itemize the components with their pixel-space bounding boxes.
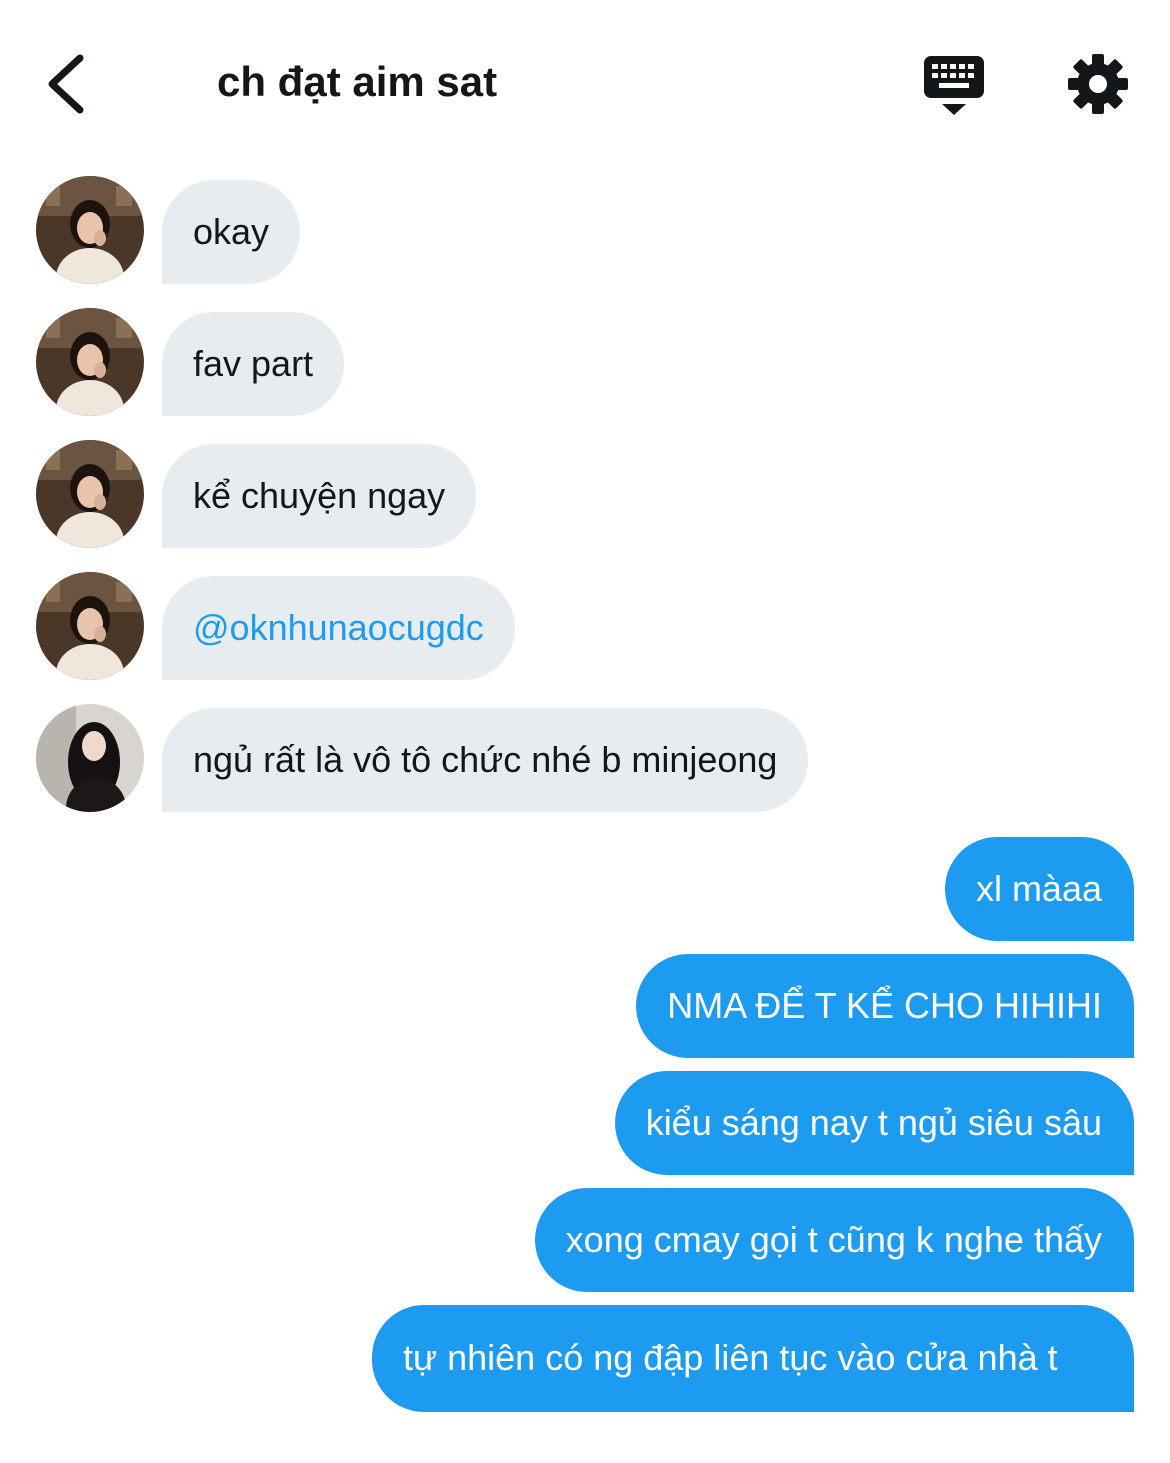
- message-bubble-outgoing[interactable]: xl màaa: [944, 837, 1134, 941]
- mention-link[interactable]: @oknhunaocugdc: [162, 576, 515, 680]
- avatar[interactable]: [36, 572, 144, 680]
- message-bubble-outgoing[interactable]: xong cmay gọi t cũng k nghe thấy: [534, 1188, 1134, 1292]
- keyboard-button[interactable]: [920, 54, 988, 118]
- avatar[interactable]: [36, 704, 144, 812]
- conversation-header: ch đạt aim sat: [0, 0, 1170, 160]
- avatar-photo: [36, 176, 144, 284]
- back-button[interactable]: [38, 50, 98, 120]
- avatar[interactable]: [36, 308, 144, 416]
- message-bubble-incoming[interactable]: kể chuyện ngay: [162, 444, 477, 548]
- message-bubble-outgoing[interactable]: kiểu sáng nay t ngủ siêu sâu: [614, 1071, 1134, 1175]
- avatar-photo: [36, 572, 144, 680]
- message-bubble-outgoing[interactable]: tự nhiên có ng đập liên tục vào cửa nhà …: [372, 1305, 1134, 1412]
- message-bubble-outgoing[interactable]: NMA ĐỂ T KỂ CHO HIHIHI: [636, 954, 1134, 1058]
- settings-button[interactable]: [1066, 52, 1130, 116]
- message-bubble-incoming[interactable]: fav part: [162, 312, 345, 416]
- avatar-photo: [36, 704, 144, 812]
- gear-icon: [1068, 54, 1128, 114]
- message-bubble-incoming[interactable]: okay: [162, 180, 301, 284]
- avatar[interactable]: [36, 176, 144, 284]
- avatar[interactable]: [36, 440, 144, 548]
- conversation-title: ch đạt aim sat: [217, 58, 498, 105]
- chevron-left-icon: [48, 54, 84, 114]
- message-bubble-incoming[interactable]: ngủ rất là vô tô chức nhé b minjeong: [162, 708, 809, 812]
- keyboard-hide-icon: [924, 56, 984, 115]
- avatar-photo: [36, 440, 144, 548]
- avatar-photo: [36, 308, 144, 416]
